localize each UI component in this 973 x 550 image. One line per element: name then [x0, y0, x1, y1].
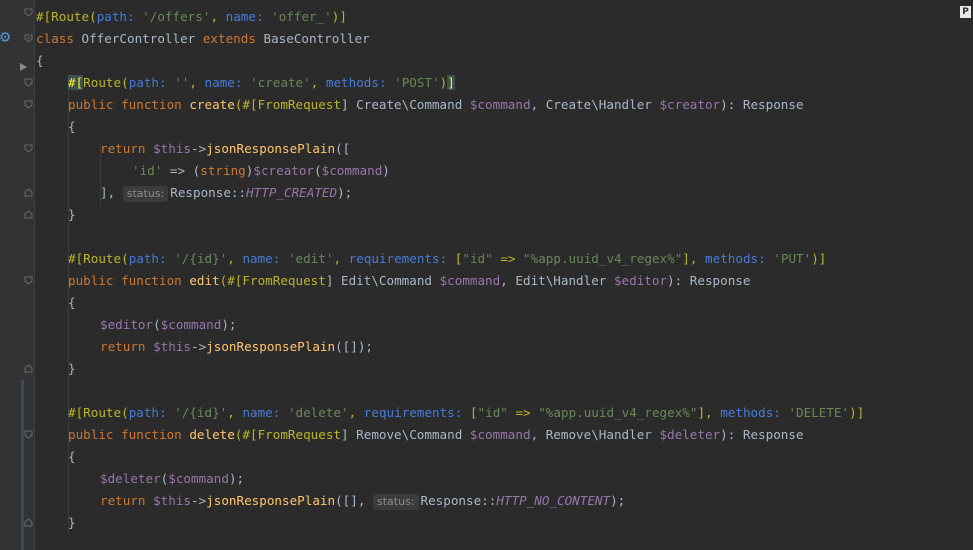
fold-icon[interactable] [24, 276, 33, 285]
code-line: #[Route(path: '/{id}', name: 'edit', req… [68, 251, 827, 266]
code-line: { [68, 449, 76, 464]
code-line: { [36, 53, 44, 68]
gear-icon[interactable]: ⚙ [0, 28, 14, 46]
code-line: } [68, 515, 76, 530]
code-line: $deleter($command); [100, 471, 245, 486]
code-line: public function edit(#[FromRequest] Edit… [68, 273, 751, 288]
code-line: return $this->jsonResponsePlain([ [100, 141, 351, 156]
code-line: ], status: Response::HTTP_CREATED); [100, 185, 353, 202]
code-editor[interactable]: #[Route(path: '/offers', name: 'offer_')… [36, 0, 973, 550]
code-line: public function create(#[FromRequest] Cr… [68, 97, 804, 112]
parameter-hint: status: [373, 494, 419, 510]
code-line: #[Route(path: '/offers', name: 'offer_')… [36, 9, 347, 24]
run-arrow-icon[interactable] [20, 63, 27, 71]
fold-icon[interactable] [24, 34, 33, 43]
fold-icon[interactable] [24, 8, 33, 17]
code-line: public function delete(#[FromRequest] Re… [68, 427, 804, 442]
code-line: #[Route(path: '/{id}', name: 'delete', r… [68, 405, 865, 420]
gutter: ⚙ [0, 0, 35, 550]
code-line: } [68, 361, 76, 376]
fold-icon[interactable] [24, 144, 33, 153]
code-line: return $this->jsonResponsePlain([]); [100, 339, 373, 354]
code-line: return $this->jsonResponsePlain([], stat… [100, 493, 626, 510]
fold-icon[interactable] [24, 518, 33, 527]
fold-icon[interactable] [24, 430, 33, 439]
code-line: 'id' => (string)$creator($command) [132, 163, 390, 178]
fold-icon[interactable] [24, 210, 33, 219]
code-line: } [68, 207, 76, 222]
parameter-hint: status: [122, 186, 169, 202]
code-line: { [68, 295, 76, 310]
fold-icon[interactable] [24, 100, 33, 109]
code-line: { [68, 119, 76, 134]
fold-icon[interactable] [24, 188, 33, 197]
code-line: #[Route(path: '', name: 'create', method… [68, 75, 455, 90]
fold-icon[interactable] [24, 78, 33, 87]
code-line: $editor($command); [100, 317, 237, 332]
fold-icon[interactable] [24, 364, 33, 373]
file-type-badge[interactable]: P [960, 6, 971, 18]
code-line: class OfferController extends BaseContro… [36, 31, 370, 46]
